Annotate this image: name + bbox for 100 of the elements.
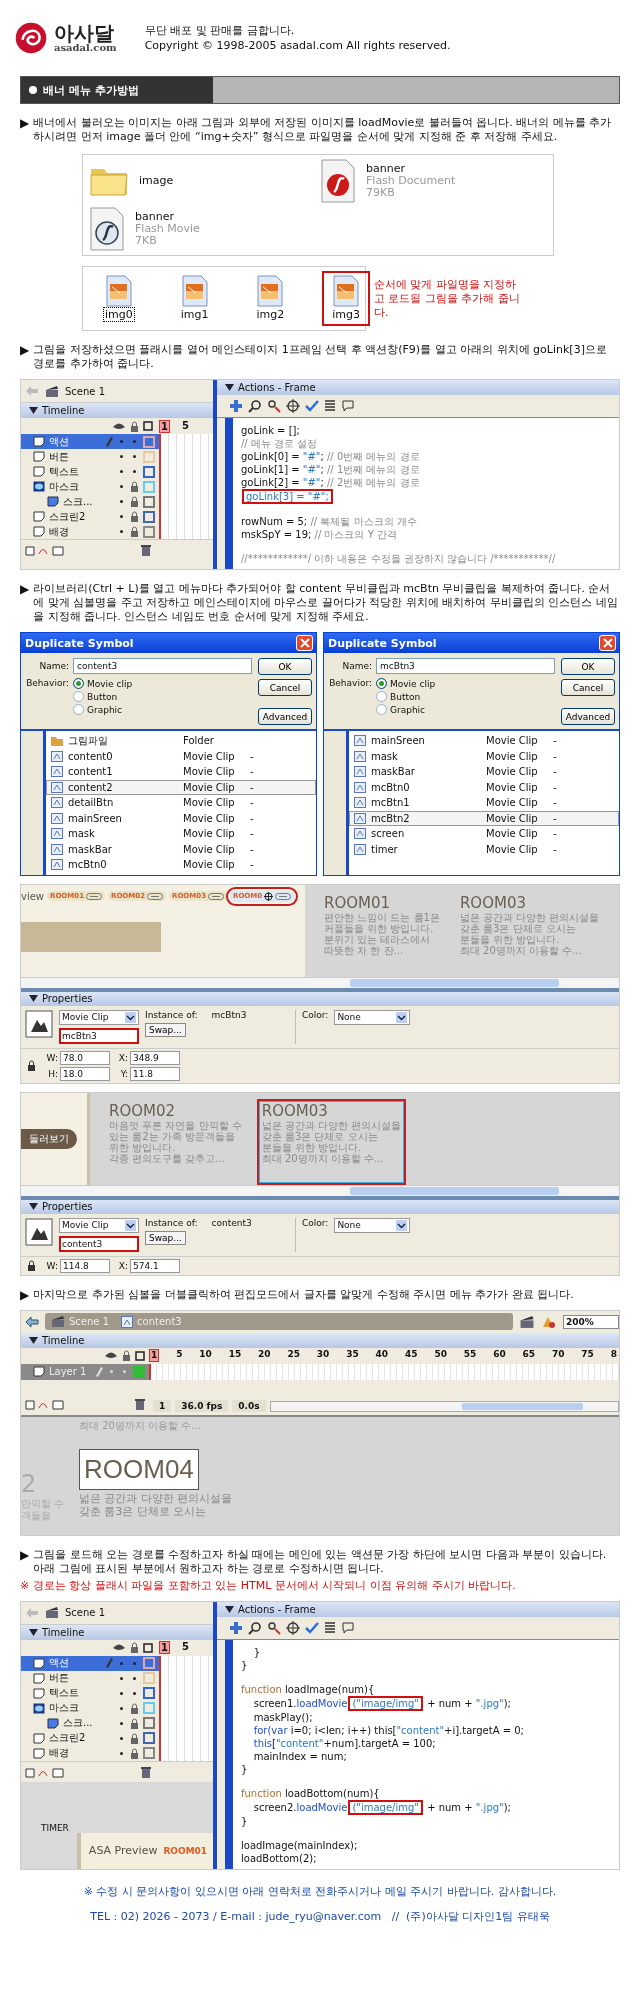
playhead-frame[interactable]: 1 xyxy=(159,419,170,433)
library-item[interactable]: timer Movie Clip - xyxy=(349,841,619,857)
visibility-dot[interactable] xyxy=(120,455,123,458)
image-file-icon[interactable] xyxy=(332,275,361,307)
visibility-dot[interactable] xyxy=(120,1676,123,1680)
layer-row[interactable]: 스크린2 xyxy=(21,509,213,524)
library-item[interactable]: 그림파일 Folder xyxy=(46,733,316,749)
radio-button[interactable] xyxy=(73,704,84,715)
lock-dot[interactable] xyxy=(133,470,136,473)
layer-row[interactable]: 배경 xyxy=(21,1745,213,1761)
crosshair-icon[interactable] xyxy=(286,399,300,413)
lock-icon[interactable] xyxy=(130,511,139,522)
code-editor[interactable] xyxy=(225,418,619,569)
layer-row[interactable]: 버튼 xyxy=(21,449,213,464)
browse-button[interactable]: 둘러보기 xyxy=(21,1128,77,1149)
zoom-field[interactable]: 200% xyxy=(563,1314,619,1329)
crosshair-icon[interactable] xyxy=(286,1620,300,1635)
library-item[interactable]: mcBtn0 Movie Clip - xyxy=(349,779,619,795)
search-icon[interactable] xyxy=(248,1620,262,1635)
scrollbar[interactable] xyxy=(269,1400,619,1412)
layer-row[interactable]: 스크린2 xyxy=(21,1730,213,1746)
number-field[interactable]: 11.8 xyxy=(130,1066,180,1081)
file-name[interactable]: img1 xyxy=(178,307,211,322)
plus-icon[interactable] xyxy=(229,1620,243,1635)
lock-icon[interactable] xyxy=(130,1747,139,1759)
back-arrow-icon[interactable] xyxy=(25,1315,39,1328)
radio-option[interactable]: Movie clip xyxy=(73,678,133,689)
instance-name-field[interactable]: content3 xyxy=(59,1235,139,1252)
layer-row[interactable]: 버튼 xyxy=(21,1670,213,1686)
dialog-button[interactable]: Advanced xyxy=(561,708,615,725)
lines-icon[interactable] xyxy=(324,399,336,413)
close-button[interactable] xyxy=(296,635,313,651)
lock-icon[interactable] xyxy=(27,1060,36,1071)
swap-button[interactable]: Swap... xyxy=(145,1022,186,1037)
name-field[interactable]: content3 xyxy=(73,658,252,674)
visibility-dot[interactable] xyxy=(120,485,123,488)
symbol-type-dropdown[interactable]: Movie Clip xyxy=(59,1217,139,1233)
image-file-icon[interactable] xyxy=(180,275,209,307)
library-item[interactable]: screen Movie Clip - xyxy=(349,826,619,842)
library-item[interactable]: content1 Movie Clip - xyxy=(46,764,316,780)
radio-button[interactable] xyxy=(376,691,387,702)
dialog-button[interactable]: OK xyxy=(561,658,615,675)
lock-dot[interactable] xyxy=(123,1370,126,1373)
playhead-frame[interactable]: 1 xyxy=(159,1641,170,1654)
file-name[interactable]: img2 xyxy=(254,307,287,322)
layer-row[interactable]: 텍스트 xyxy=(21,464,213,479)
replace-icon[interactable] xyxy=(267,1620,281,1635)
layer-tools-icon[interactable] xyxy=(25,1765,65,1778)
plus-icon[interactable] xyxy=(229,399,243,413)
visibility-dot[interactable] xyxy=(120,500,123,503)
visibility-dot[interactable] xyxy=(120,1736,123,1740)
layer-row[interactable]: 액션 xyxy=(21,434,213,449)
radio-option[interactable]: Graphic xyxy=(73,704,133,715)
swap-button[interactable]: Swap... xyxy=(145,1230,186,1245)
visibility-dot[interactable] xyxy=(120,1751,123,1755)
lock-dot[interactable] xyxy=(133,1661,136,1665)
trash-icon[interactable] xyxy=(141,1765,151,1778)
library-item[interactable]: maskBar Movie Clip - xyxy=(46,841,316,857)
layer-row[interactable]: 배경 xyxy=(21,524,213,539)
library-item[interactable]: mcBtn0 Movie Clip - xyxy=(46,857,316,873)
symbol-type-dropdown[interactable]: Movie Clip xyxy=(59,1009,139,1025)
trash-icon[interactable] xyxy=(135,1397,145,1410)
scrollbar[interactable] xyxy=(21,1184,619,1196)
visibility-dot[interactable] xyxy=(120,515,123,518)
layer-row[interactable]: 텍스트 xyxy=(21,1685,213,1701)
name-field[interactable]: mcBtn3 xyxy=(376,658,555,674)
layer-row[interactable]: 마스크 xyxy=(21,479,213,494)
library-item[interactable]: mask Movie Clip - xyxy=(349,748,619,764)
search-icon[interactable] xyxy=(248,399,262,413)
library-item[interactable]: detailBtn Movie Clip - xyxy=(46,795,316,811)
number-field[interactable]: 574.1 xyxy=(130,1258,180,1273)
close-button[interactable] xyxy=(599,635,616,651)
library-item[interactable]: content0 Movie Clip - xyxy=(46,748,316,764)
lock-dot[interactable] xyxy=(133,455,136,458)
lock-icon[interactable] xyxy=(130,1717,139,1729)
radio-option[interactable]: Graphic xyxy=(376,704,436,715)
library-item[interactable]: maskBar Movie Clip - xyxy=(349,764,619,780)
lock-dot[interactable] xyxy=(133,1676,136,1680)
code-editor[interactable] xyxy=(225,1639,619,1869)
text-edit-box[interactable]: ROOM04 xyxy=(79,1448,199,1490)
lock-dot[interactable] xyxy=(133,440,136,443)
radio-option[interactable]: Button xyxy=(73,691,133,702)
layer-row[interactable]: 마스크 xyxy=(21,1700,213,1716)
image-file-icon[interactable] xyxy=(104,275,133,307)
layer-row[interactable]: 스크... xyxy=(21,1715,213,1731)
file-name[interactable]: img0 xyxy=(103,307,135,322)
number-field[interactable]: 114.8 xyxy=(60,1258,110,1273)
scrollbar[interactable] xyxy=(21,976,619,988)
visibility-dot[interactable] xyxy=(120,1661,123,1665)
radio-option[interactable]: Movie clip xyxy=(376,678,436,689)
library-item[interactable]: mcBtn1 Movie Clip - xyxy=(349,795,619,811)
radio-button[interactable] xyxy=(73,678,84,689)
visibility-dot[interactable] xyxy=(120,470,123,473)
number-field[interactable]: 18.0 xyxy=(60,1066,110,1081)
trash-icon[interactable] xyxy=(141,544,151,556)
image-file-icon[interactable] xyxy=(256,275,285,307)
color-dropdown[interactable]: None xyxy=(334,1009,411,1025)
lines-icon[interactable] xyxy=(324,1620,336,1635)
color-dropdown[interactable]: None xyxy=(334,1217,411,1233)
visibility-dot[interactable] xyxy=(120,1691,123,1695)
